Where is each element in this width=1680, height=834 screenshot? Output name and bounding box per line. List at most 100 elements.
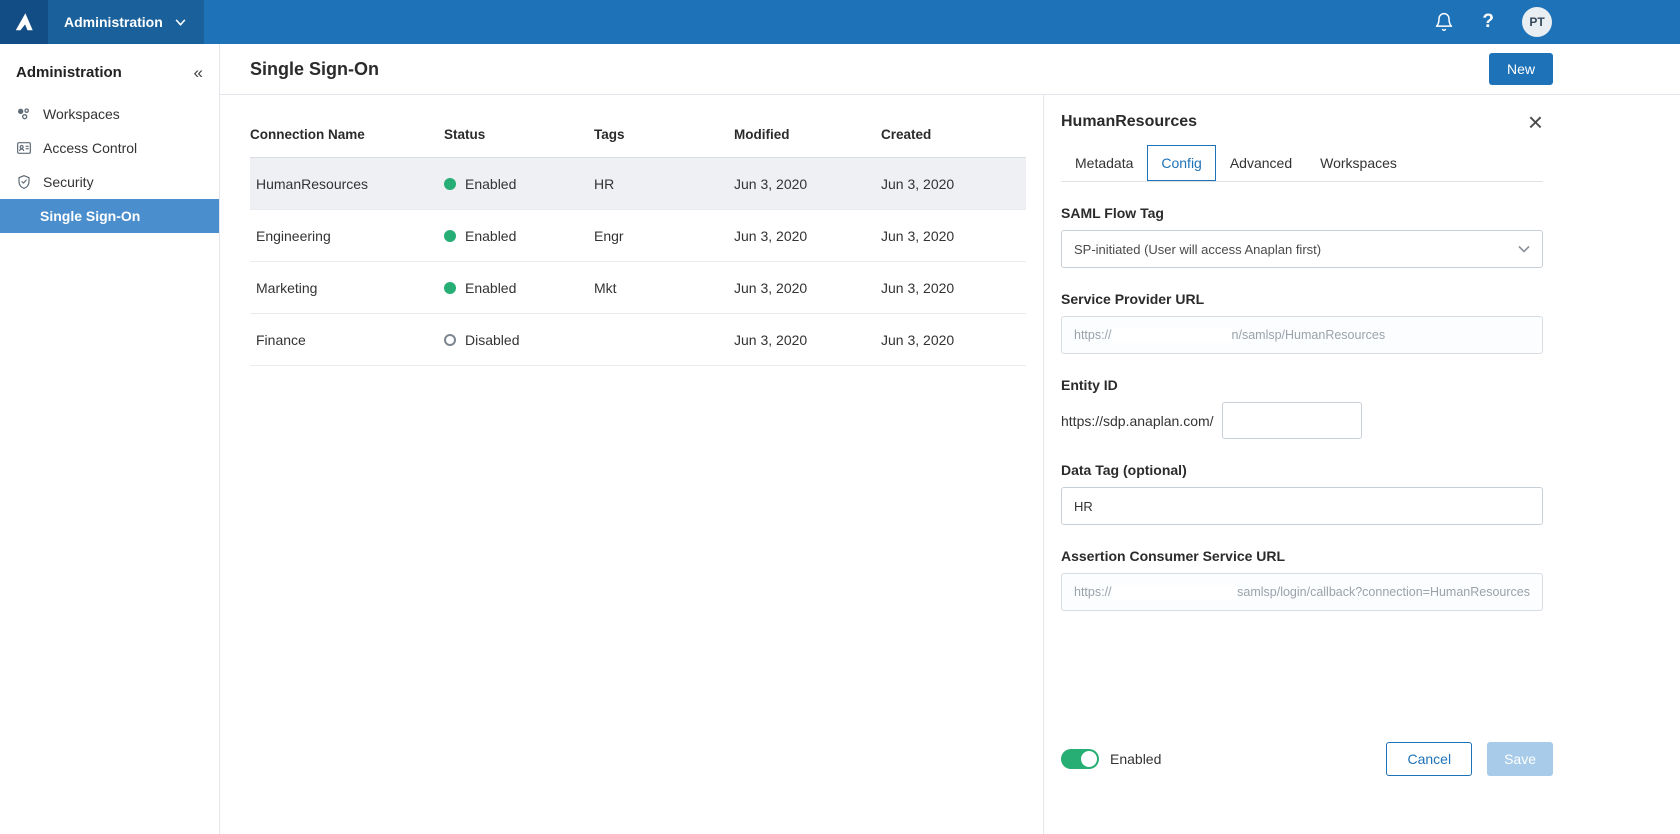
column-header-connection-name: Connection Name (250, 127, 365, 142)
saml-flow-tag-select[interactable]: SP-initiated (User will access Anaplan f… (1061, 230, 1543, 268)
entity-id-input[interactable] (1221, 402, 1362, 439)
sidebar-item-security[interactable]: Security (0, 165, 219, 199)
new-button[interactable]: New (1488, 53, 1553, 85)
url-visible-prefix: https:// (1074, 585, 1112, 599)
cell-connection-name: Marketing (256, 279, 318, 296)
administration-menu[interactable]: Administration (48, 0, 204, 44)
main-content: Single Sign-On New Connection Name Statu… (220, 44, 1680, 834)
panel-tabs: Metadata Config Advanced Workspaces (1061, 145, 1543, 182)
close-icon[interactable]: × (1528, 109, 1543, 135)
sidebar: Administration « Workspaces Access Contr… (0, 44, 220, 834)
chevron-down-icon (1518, 245, 1530, 253)
cell-status: Enabled (444, 176, 594, 192)
status-label: Enabled (465, 227, 517, 244)
table-row[interactable]: Engineering Enabled Engr Jun 3, 2020 Jun… (250, 210, 1026, 262)
status-enabled-dot (444, 177, 456, 190)
cancel-button[interactable]: Cancel (1386, 742, 1473, 776)
url-visible-prefix: https:// (1074, 328, 1112, 342)
avatar[interactable]: PT (1522, 7, 1552, 37)
column-header-created: Created (881, 127, 932, 142)
connections-table: Connection Name Status Tags Modified Cre… (220, 95, 1043, 834)
saml-flow-tag-selected-value: SP-initiated (User will access Anaplan f… (1074, 241, 1322, 257)
acs-url-input: https:// samlsp/login/callback?connectio… (1061, 573, 1543, 611)
data-tag-label: Data Tag (optional) (1061, 462, 1187, 478)
bell-icon (1436, 12, 1453, 32)
page-title: Single Sign-On (250, 58, 379, 79)
sidebar-item-label: Access Control (43, 140, 138, 156)
cell-tags: Mkt (594, 279, 617, 296)
sidebar-item-label: Security (43, 174, 94, 190)
cell-connection-name: Finance (256, 331, 306, 348)
tab-config[interactable]: Config (1147, 145, 1216, 181)
cell-created: Jun 3, 2020 (881, 175, 955, 192)
panel-title: HumanResources (1061, 113, 1198, 130)
cell-tags: HR (594, 175, 615, 192)
sidebar-item-access-control[interactable]: Access Control (0, 131, 219, 165)
status-disabled-dot (444, 333, 456, 346)
url-visible-suffix: n/samlsp/HumanResources (1231, 328, 1386, 342)
sidebar-collapse-button[interactable]: « (194, 64, 203, 81)
table-row[interactable]: HumanResources Enabled HR Jun 3, 2020 Ju… (250, 158, 1026, 210)
sidebar-header: Administration « (0, 44, 219, 97)
topbar-right: ? PT (1434, 7, 1680, 37)
entity-id-label: Entity ID (1061, 377, 1118, 393)
sidebar-item-single-sign-on[interactable]: Single Sign-On (0, 199, 219, 233)
chevron-down-icon (175, 18, 186, 26)
status-enabled-dot (444, 229, 456, 242)
saml-flow-tag-label: SAML Flow Tag (1061, 205, 1164, 221)
status-label: Enabled (465, 175, 517, 192)
access-control-icon (17, 142, 31, 154)
column-header-status: Status (444, 127, 486, 142)
cell-connection-name: Engineering (256, 227, 331, 244)
redacted-url-segment (1111, 327, 1232, 343)
enabled-toggle[interactable] (1061, 749, 1099, 769)
sidebar-item-label: Workspaces (43, 106, 120, 122)
administration-menu-label: Administration (64, 14, 163, 30)
status-label: Disabled (465, 331, 520, 348)
redacted-url-segment (1111, 584, 1238, 600)
page-header: Single Sign-On New (220, 44, 1680, 95)
detail-panel: HumanResources × Metadata Config Advance… (1043, 95, 1680, 834)
tab-workspaces[interactable]: Workspaces (1306, 145, 1411, 181)
notifications-button[interactable] (1434, 12, 1454, 32)
data-tag-input[interactable] (1061, 487, 1543, 525)
toggle-knob (1081, 751, 1097, 767)
anaplan-logo[interactable] (0, 0, 48, 44)
table-row[interactable]: Marketing Enabled Mkt Jun 3, 2020 Jun 3,… (250, 262, 1026, 314)
column-header-modified: Modified (734, 127, 790, 142)
sidebar-item-workspaces[interactable]: Workspaces (0, 97, 219, 131)
tab-advanced[interactable]: Advanced (1216, 145, 1306, 181)
entity-id-prefix: https://sdp.anaplan.com/ (1061, 412, 1214, 429)
avatar-initials: PT (1529, 15, 1545, 29)
cell-status: Enabled (444, 228, 594, 244)
cell-status: Disabled (444, 332, 594, 348)
cell-modified: Jun 3, 2020 (734, 279, 808, 296)
cell-connection-name: HumanResources (256, 175, 369, 192)
cell-modified: Jun 3, 2020 (734, 175, 808, 192)
topbar: Administration ? PT (0, 0, 1680, 44)
help-icon: ? (1482, 11, 1494, 32)
sidebar-title: Administration (16, 64, 122, 81)
table-row[interactable]: Finance Disabled Jun 3, 2020 Jun 3, 2020 (250, 314, 1026, 366)
sidebar-item-label: Single Sign-On (40, 208, 141, 224)
help-button[interactable]: ? (1482, 11, 1494, 33)
shield-icon (18, 175, 30, 189)
cell-created: Jun 3, 2020 (881, 331, 955, 348)
acs-url-label: Assertion Consumer Service URL (1061, 548, 1286, 564)
workspaces-icon (17, 108, 29, 120)
cell-tags: Engr (594, 227, 624, 244)
status-enabled-dot (444, 281, 456, 294)
save-button[interactable]: Save (1487, 742, 1553, 776)
cell-created: Jun 3, 2020 (881, 279, 955, 296)
service-provider-url-label: Service Provider URL (1061, 291, 1205, 307)
column-header-tags: Tags (594, 127, 625, 142)
enabled-toggle-label: Enabled (1110, 751, 1162, 767)
cell-modified: Jun 3, 2020 (734, 227, 808, 244)
cell-created: Jun 3, 2020 (881, 227, 955, 244)
service-provider-url-input: https:// n/samlsp/HumanResources (1061, 316, 1543, 354)
url-visible-suffix: samlsp/login/callback?connection=HumanRe… (1237, 585, 1530, 599)
tab-metadata[interactable]: Metadata (1061, 145, 1147, 181)
table-header-row: Connection Name Status Tags Modified Cre… (250, 117, 1026, 158)
cell-modified: Jun 3, 2020 (734, 331, 808, 348)
anaplan-logo-icon (15, 13, 33, 31)
